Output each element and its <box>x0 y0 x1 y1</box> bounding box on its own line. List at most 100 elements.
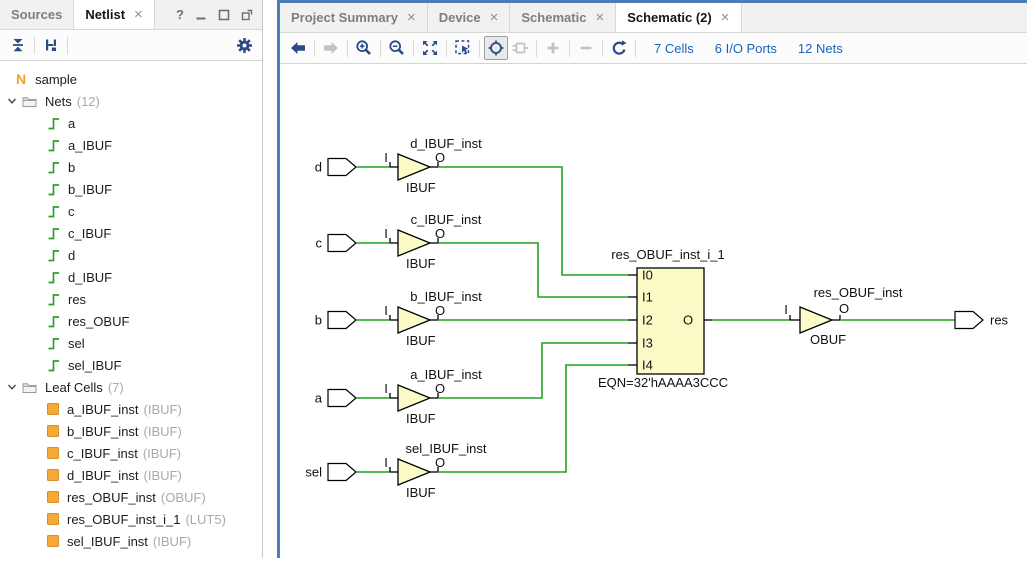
chevron-down-icon[interactable] <box>7 382 22 392</box>
pin-label-in: I <box>384 150 388 165</box>
maximize-icon[interactable] <box>218 9 230 21</box>
tab-netlist[interactable]: Netlist × <box>74 0 155 29</box>
remove-icon[interactable] <box>574 36 598 60</box>
cell-sel_IBUF_inst[interactable] <box>398 459 430 485</box>
tree-item-suffix: (IBUF) <box>153 534 191 549</box>
input-port-c[interactable] <box>328 235 356 252</box>
tab-schematic[interactable]: Schematic × <box>510 3 616 32</box>
net-icon <box>47 314 60 329</box>
tree-item-label: sel_IBUF_inst <box>67 534 148 549</box>
instance-label: d_IBUF_inst <box>410 136 482 151</box>
pin-label-out: O <box>435 381 445 396</box>
schematic-canvas[interactable]: dd_IBUF_instIBUFIOcc_IBUF_instIBUFIObb_I… <box>280 64 1027 557</box>
input-port-a[interactable] <box>328 390 356 407</box>
tree-item-sample[interactable]: Nsample <box>0 68 262 90</box>
port-label: sel <box>305 465 322 480</box>
tree-item-label: d_IBUF <box>68 270 112 285</box>
tree-item-a-ibuf[interactable]: a_IBUF <box>0 134 262 156</box>
close-icon[interactable]: × <box>490 10 499 25</box>
forward-arrow-icon[interactable] <box>319 36 343 60</box>
tree-item-res-obuf[interactable]: res_OBUF <box>0 310 262 332</box>
zoom-in-icon[interactable] <box>352 36 376 60</box>
cells-link[interactable]: 7 Cells <box>654 41 694 56</box>
help-icon[interactable]: ? <box>176 7 184 22</box>
tree-item-suffix: (OBUF) <box>161 490 206 505</box>
pin-label-in: I <box>384 455 388 470</box>
instance-label: a_IBUF_inst <box>410 367 482 382</box>
tree-item-res-obuf-inst[interactable]: res_OBUF_inst(OBUF) <box>0 486 262 508</box>
tree-item-a-ibuf-inst[interactable]: a_IBUF_inst(IBUF) <box>0 398 262 420</box>
close-icon[interactable]: × <box>595 10 604 25</box>
zoom-out-icon[interactable] <box>385 36 409 60</box>
pin-label-out: O <box>435 226 445 241</box>
tree-item-c-ibuf-inst[interactable]: c_IBUF_inst(IBUF) <box>0 442 262 464</box>
close-icon[interactable]: × <box>134 7 143 22</box>
eqn-label: EQN=32'hAAAA3CCC <box>598 375 728 390</box>
net-icon <box>47 182 60 197</box>
close-icon[interactable]: × <box>721 10 730 25</box>
pin-label-in: I4 <box>642 358 653 373</box>
select-area-icon[interactable] <box>451 36 475 60</box>
zoom-fit-icon[interactable] <box>418 36 442 60</box>
net-icon <box>47 204 60 219</box>
expand-hierarchy-icon[interactable] <box>39 33 63 57</box>
tree-item-leaf-cells[interactable]: Leaf Cells(7) <box>0 376 262 398</box>
settings-gear-icon[interactable] <box>232 33 256 57</box>
collapse-all-icon[interactable] <box>6 33 30 57</box>
input-port-d[interactable] <box>328 159 356 176</box>
tree-item-d[interactable]: d <box>0 244 262 266</box>
io-ports-link[interactable]: 6 I/O Ports <box>715 41 777 56</box>
tab-label: Project Summary <box>291 10 398 25</box>
chevron-down-icon[interactable] <box>7 96 22 106</box>
tree-item-c[interactable]: c <box>0 200 262 222</box>
tab-device[interactable]: Device × <box>428 3 511 32</box>
tree-item-label: a_IBUF_inst <box>67 402 139 417</box>
autofit-selection-icon[interactable] <box>484 36 508 60</box>
nets-link[interactable]: 12 Nets <box>798 41 843 56</box>
tree-item-res-obuf-inst-i-1[interactable]: res_OBUF_inst_i_1(LUT5) <box>0 508 262 530</box>
cell-type-label: OBUF <box>810 332 846 347</box>
input-port-b[interactable] <box>328 312 356 329</box>
tab-project-summary[interactable]: Project Summary × <box>280 3 428 32</box>
tree-item-sel-ibuf[interactable]: sel_IBUF <box>0 354 262 376</box>
regenerate-icon[interactable] <box>607 36 631 60</box>
tree-item-sel-ibuf-inst[interactable]: sel_IBUF_inst (IBUF) <box>0 530 262 552</box>
tree-item-suffix: (LUT5) <box>185 512 225 527</box>
tree-item-a[interactable]: a <box>0 112 262 134</box>
tab-label: Schematic (2) <box>627 10 712 25</box>
cell-b_IBUF_inst[interactable] <box>398 307 430 333</box>
tree-item-b[interactable]: b <box>0 156 262 178</box>
net-icon <box>47 160 60 175</box>
input-port-sel[interactable] <box>328 464 356 481</box>
port-label: a <box>315 391 323 406</box>
net-icon <box>47 358 60 373</box>
pin-label-out: O <box>435 455 445 470</box>
minimize-icon[interactable] <box>195 9 207 21</box>
tree-item-c-ibuf[interactable]: c_IBUF <box>0 222 262 244</box>
cell-res_OBUF_inst[interactable] <box>800 307 832 333</box>
tab-sources[interactable]: Sources <box>0 0 74 29</box>
net-icon <box>47 226 60 241</box>
tree-item-res[interactable]: res <box>0 288 262 310</box>
tree-item-sel[interactable]: sel <box>0 332 262 354</box>
tree-item-nets[interactable]: Nets(12) <box>0 90 262 112</box>
tree-item-d-ibuf-inst[interactable]: d_IBUF_inst(IBUF) <box>0 464 262 486</box>
float-icon[interactable] <box>241 9 253 21</box>
close-icon[interactable]: × <box>407 10 416 25</box>
tree-item-b-ibuf-inst[interactable]: b_IBUF_inst(IBUF) <box>0 420 262 442</box>
tree-item-label: d <box>68 248 75 263</box>
cell-a_IBUF_inst[interactable] <box>398 385 430 411</box>
tree-item-label: a <box>68 116 75 131</box>
add-icon[interactable] <box>541 36 565 60</box>
tree-item-label: sel_IBUF <box>68 358 121 373</box>
netlist-icon: N <box>16 71 26 87</box>
back-arrow-icon[interactable] <box>286 36 310 60</box>
cell-icon <box>47 403 59 415</box>
cell-c_IBUF_inst[interactable] <box>398 230 430 256</box>
output-port-res[interactable] <box>955 312 983 329</box>
expand-cone-icon[interactable] <box>508 36 532 60</box>
cell-d_IBUF_inst[interactable] <box>398 154 430 180</box>
tree-item-b-ibuf[interactable]: b_IBUF <box>0 178 262 200</box>
tab-schematic-2[interactable]: Schematic (2) × <box>616 3 741 32</box>
tree-item-d-ibuf[interactable]: d_IBUF <box>0 266 262 288</box>
